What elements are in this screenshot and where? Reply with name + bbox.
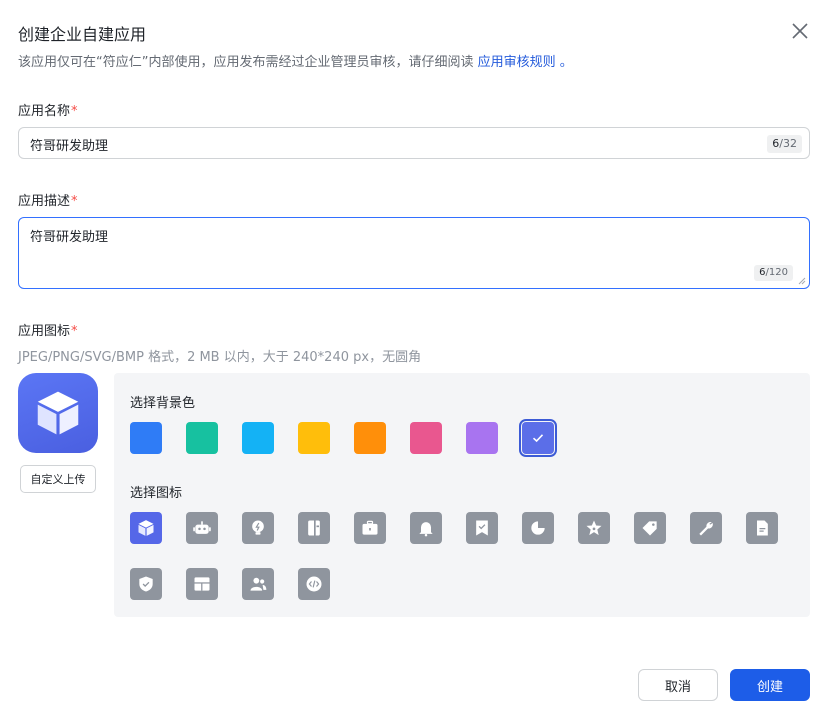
close-icon[interactable] — [790, 21, 810, 41]
bg-color-swatch[interactable] — [130, 422, 162, 454]
bg-color-swatch[interactable] — [519, 419, 557, 457]
document-icon — [757, 520, 768, 536]
icon-option[interactable] — [466, 512, 498, 544]
required-mark: * — [71, 194, 78, 209]
name-label: 应用名称* — [18, 100, 78, 119]
bg-color-swatch[interactable] — [186, 422, 218, 454]
icon-label: 应用图标* — [18, 320, 78, 339]
name-label-text: 应用名称 — [18, 104, 71, 119]
icon-option[interactable] — [130, 512, 162, 544]
bell-icon — [419, 522, 433, 537]
create-button[interactable]: 创建 — [730, 669, 810, 701]
star-icon — [586, 520, 602, 536]
desc-label-text: 应用描述 — [18, 194, 71, 209]
review-rules-link[interactable]: 应用审核规则 — [478, 55, 556, 70]
desc-char-max: /120 — [765, 267, 788, 278]
app-description-value: 符哥研发助理 — [30, 230, 109, 245]
bg-color-swatch[interactable] — [242, 422, 274, 454]
icon-option[interactable] — [242, 512, 274, 544]
icon-option[interactable] — [130, 568, 162, 600]
dialog-title: 创建企业自建应用 — [18, 25, 147, 44]
subtitle-end: 。 — [555, 55, 573, 70]
dialog-subtitle: 该应用仅可在“符应仁”内部使用，应用发布需经过企业管理员审核，请仔细阅读 应用审… — [18, 51, 573, 70]
desc-char-counter: 6/120 — [754, 265, 793, 281]
cube-icon — [138, 520, 154, 536]
lightbulb-icon — [252, 520, 264, 535]
icon-label-text: 应用图标 — [18, 324, 71, 339]
shield-check-icon — [139, 576, 153, 592]
icon-option[interactable] — [186, 512, 218, 544]
required-mark: * — [71, 104, 78, 119]
app-icon-preview — [18, 373, 98, 453]
bg-color-swatch[interactable] — [466, 422, 498, 454]
users-icon — [250, 577, 267, 591]
icon-hint: JPEG/PNG/SVG/BMP 格式，2 MB 以内，大于 240*240 p… — [18, 350, 422, 365]
icon-option[interactable] — [354, 512, 386, 544]
icon-option[interactable] — [578, 512, 610, 544]
bg-color-swatch[interactable] — [410, 422, 442, 454]
app-name-input[interactable]: 符哥研发助理 6/32 — [18, 127, 810, 159]
cube-icon — [37, 391, 79, 435]
icon-option[interactable] — [186, 568, 218, 600]
icon-picker-panel: 选择背景色 选择图标 — [114, 373, 810, 617]
bg-color-swatch[interactable] — [354, 422, 386, 454]
layout-icon — [194, 577, 210, 591]
icon-option[interactable] — [298, 568, 330, 600]
robot-icon — [193, 521, 211, 534]
icon-option[interactable] — [690, 512, 722, 544]
wrench-icon — [699, 521, 713, 536]
briefcase-icon — [362, 520, 378, 535]
required-mark: * — [71, 324, 78, 339]
app-description-textarea[interactable]: 符哥研发助理 6/120 — [18, 217, 810, 289]
subtitle-text: 该应用仅可在“符应仁”内部使用，应用发布需经过企业管理员审核，请仔细阅读 — [18, 55, 478, 70]
pie-chart-icon — [531, 520, 546, 535]
book-icon — [308, 520, 320, 536]
icon-option[interactable] — [298, 512, 330, 544]
code-icon — [306, 576, 322, 592]
name-char-max: /32 — [779, 137, 797, 150]
icon-option[interactable] — [242, 568, 274, 600]
icon-select-label: 选择图标 — [130, 486, 183, 501]
custom-upload-button[interactable]: 自定义上传 — [20, 465, 96, 493]
cancel-button[interactable]: 取消 — [638, 669, 718, 701]
icon-option[interactable] — [746, 512, 778, 544]
resize-handle-icon[interactable] — [798, 277, 806, 285]
icon-option[interactable] — [410, 512, 442, 544]
icon-option[interactable] — [634, 512, 666, 544]
tag-icon — [642, 521, 657, 536]
desc-label: 应用描述* — [18, 190, 78, 209]
app-name-value: 符哥研发助理 — [30, 139, 109, 154]
icon-option[interactable] — [522, 512, 554, 544]
name-char-counter: 6/32 — [767, 135, 802, 153]
bg-color-label: 选择背景色 — [130, 396, 196, 411]
bg-color-swatch[interactable] — [298, 422, 330, 454]
check-icon — [532, 434, 544, 443]
bookmark-check-icon — [476, 520, 488, 536]
